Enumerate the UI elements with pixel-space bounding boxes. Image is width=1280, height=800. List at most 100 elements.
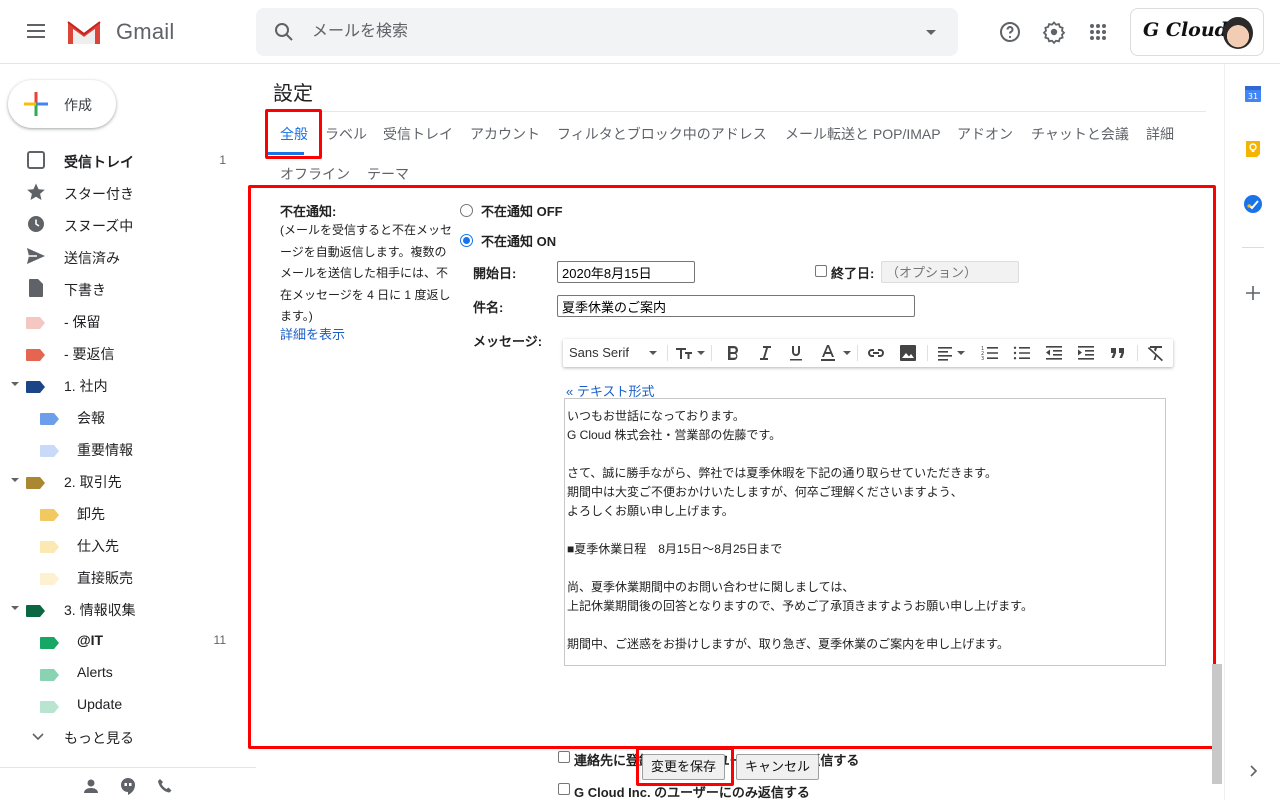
tab-general[interactable]: 全般 xyxy=(280,124,308,144)
bulleted-list-icon[interactable] xyxy=(1012,343,1032,363)
sidebar-item-label-wholesale[interactable]: 卸先 xyxy=(0,496,256,528)
numbered-list-icon[interactable]: 123 xyxy=(980,343,1000,363)
tasks-icon[interactable] xyxy=(1243,194,1263,214)
divider xyxy=(927,345,928,361)
search-input[interactable] xyxy=(312,20,892,44)
calendar-icon[interactable]: 31 xyxy=(1243,84,1263,104)
end-date-checkbox[interactable] xyxy=(815,265,827,277)
account-button[interactable]: G Cloud xyxy=(1130,8,1264,56)
domain-only-label[interactable]: G Cloud Inc. のユーザーにのみ返信する xyxy=(574,782,810,800)
vacation-on-radio[interactable] xyxy=(460,234,473,247)
contacts-icon[interactable] xyxy=(82,777,100,795)
contacts-only-checkbox[interactable] xyxy=(558,751,570,763)
end-date-input[interactable] xyxy=(881,261,1019,283)
message-body-editor[interactable]: いつもお世話になっております。 G Cloud 株式会社・営業部の佐藤です。 さ… xyxy=(564,398,1166,666)
sidebar-item-label-info[interactable]: 3. 情報収集 xyxy=(0,592,256,624)
tab-forwarding[interactable]: メール転送と POP/IMAP xyxy=(785,124,941,144)
divider xyxy=(667,345,668,361)
bold-icon[interactable] xyxy=(723,343,743,363)
label-icon xyxy=(26,349,45,361)
draft-icon xyxy=(29,279,43,297)
text-color-dropdown-icon[interactable] xyxy=(843,351,851,355)
sidebar-item-label-hold[interactable]: - 保留 xyxy=(0,304,256,336)
sidebar-item-label-reply[interactable]: - 要返信 xyxy=(0,336,256,368)
sidebar-item-label: 卸先 xyxy=(77,506,105,522)
tab-labels[interactable]: ラベル xyxy=(325,124,367,144)
compose-button[interactable]: 作成 xyxy=(8,80,116,128)
italic-icon[interactable] xyxy=(755,343,775,363)
sidebar-item-starred[interactable]: スター付き xyxy=(0,176,256,208)
vacation-description: (メールを受信すると不在メッセージを自動返信します。複数のメールを送信した相手に… xyxy=(280,223,452,323)
menu-icon[interactable] xyxy=(24,20,48,44)
tab-offline[interactable]: オフライン xyxy=(280,164,350,184)
tab-filters[interactable]: フィルタとブロック中のアドレス xyxy=(557,124,767,144)
search-options-icon[interactable] xyxy=(926,30,936,35)
cancel-button[interactable]: キャンセル xyxy=(736,754,820,780)
font-size-dropdown-icon[interactable] xyxy=(697,351,705,355)
sidebar-item-snoozed[interactable]: スヌーズ中 xyxy=(0,208,256,240)
sidebar-item-label-update[interactable]: Update xyxy=(0,688,256,720)
star-icon xyxy=(27,183,45,200)
expand-panel-icon[interactable] xyxy=(1243,761,1263,781)
remove-formatting-icon[interactable] xyxy=(1146,343,1166,363)
sidebar-item-inbox[interactable]: 受信トレイ 1 xyxy=(0,144,256,176)
tab-advanced[interactable]: 詳細 xyxy=(1146,124,1174,144)
phone-icon[interactable] xyxy=(156,777,174,795)
keep-icon[interactable] xyxy=(1243,139,1263,159)
indent-less-icon[interactable] xyxy=(1044,343,1064,363)
sidebar-item-more[interactable]: もっと見る xyxy=(0,720,256,752)
text-color-icon[interactable] xyxy=(818,343,838,363)
add-addon-icon[interactable] xyxy=(1243,283,1263,303)
sidebar-item-drafts[interactable]: 下書き xyxy=(0,272,256,304)
vacation-off-radio[interactable] xyxy=(460,204,473,217)
quote-icon[interactable] xyxy=(1108,343,1128,363)
expand-caret-icon[interactable] xyxy=(11,606,19,610)
sidebar-item-label-atit[interactable]: @IT 11 xyxy=(0,624,256,656)
avatar[interactable] xyxy=(1223,17,1253,49)
image-icon[interactable] xyxy=(898,343,918,363)
apps-icon[interactable] xyxy=(1086,20,1110,44)
save-changes-button[interactable]: 変更を保存 xyxy=(642,754,726,780)
link-icon[interactable] xyxy=(866,343,886,363)
tab-addons[interactable]: アドオン xyxy=(957,124,1013,144)
indent-more-icon[interactable] xyxy=(1076,343,1096,363)
expand-caret-icon[interactable] xyxy=(11,478,19,482)
sidebar-item-label-suppliers[interactable]: 仕入先 xyxy=(0,528,256,560)
settings-icon[interactable] xyxy=(1042,20,1066,44)
subject-input[interactable] xyxy=(557,295,915,317)
settings-page: 設定 全般 ラベル 受信トレイ アカウント フィルタとブロック中のアドレス メー… xyxy=(248,64,1224,800)
sidebar-item-sent[interactable]: 送信済み xyxy=(0,240,256,272)
search-icon[interactable] xyxy=(272,20,296,44)
sidebar-item-label-newsletter[interactable]: 会報 xyxy=(0,400,256,432)
gmail-logo[interactable] xyxy=(66,19,102,46)
domain-only-checkbox[interactable] xyxy=(558,783,570,795)
start-date-input[interactable] xyxy=(557,261,695,283)
tab-chat[interactable]: チャットと会議 xyxy=(1031,124,1129,144)
font-size-icon[interactable] xyxy=(674,343,694,363)
expand-caret-icon[interactable] xyxy=(11,382,19,386)
sidebar-item-label-alerts[interactable]: Alerts xyxy=(0,656,256,688)
sidebar-item-label: スヌーズ中 xyxy=(64,218,134,234)
divider xyxy=(1242,247,1264,248)
tab-themes[interactable]: テーマ xyxy=(367,164,409,184)
help-icon[interactable] xyxy=(998,20,1022,44)
sidebar-item-label-direct-sales[interactable]: 直接販売 xyxy=(0,560,256,592)
underline-icon[interactable] xyxy=(786,343,806,363)
hangouts-icon[interactable] xyxy=(119,777,137,795)
vacation-responder-section: 不在通知: (メールを受信すると不在メッセージを自動返信します。複数のメールを送… xyxy=(256,184,1224,800)
font-dropdown-icon[interactable] xyxy=(649,351,657,355)
sidebar-item-label: 仕入先 xyxy=(77,538,119,554)
align-icon[interactable] xyxy=(935,343,955,363)
align-dropdown-icon[interactable] xyxy=(957,351,965,355)
vacation-on-label[interactable]: 不在通知 ON xyxy=(481,231,556,250)
sidebar-item-label-important-info[interactable]: 重要情報 xyxy=(0,432,256,464)
tab-accounts[interactable]: アカウント xyxy=(470,124,540,144)
learn-more-link[interactable]: 詳細を表示 xyxy=(280,324,345,343)
font-family-select[interactable]: Sans Serif xyxy=(569,345,629,360)
sidebar-item-label-clients[interactable]: 2. 取引先 xyxy=(0,464,256,496)
scrollbar[interactable] xyxy=(1212,664,1222,784)
vacation-off-label[interactable]: 不在通知 OFF xyxy=(481,201,563,220)
tab-inbox[interactable]: 受信トレイ xyxy=(383,124,453,144)
sidebar-item-label-internal[interactable]: 1. 社内 xyxy=(0,368,256,400)
search-bar[interactable] xyxy=(256,8,958,56)
